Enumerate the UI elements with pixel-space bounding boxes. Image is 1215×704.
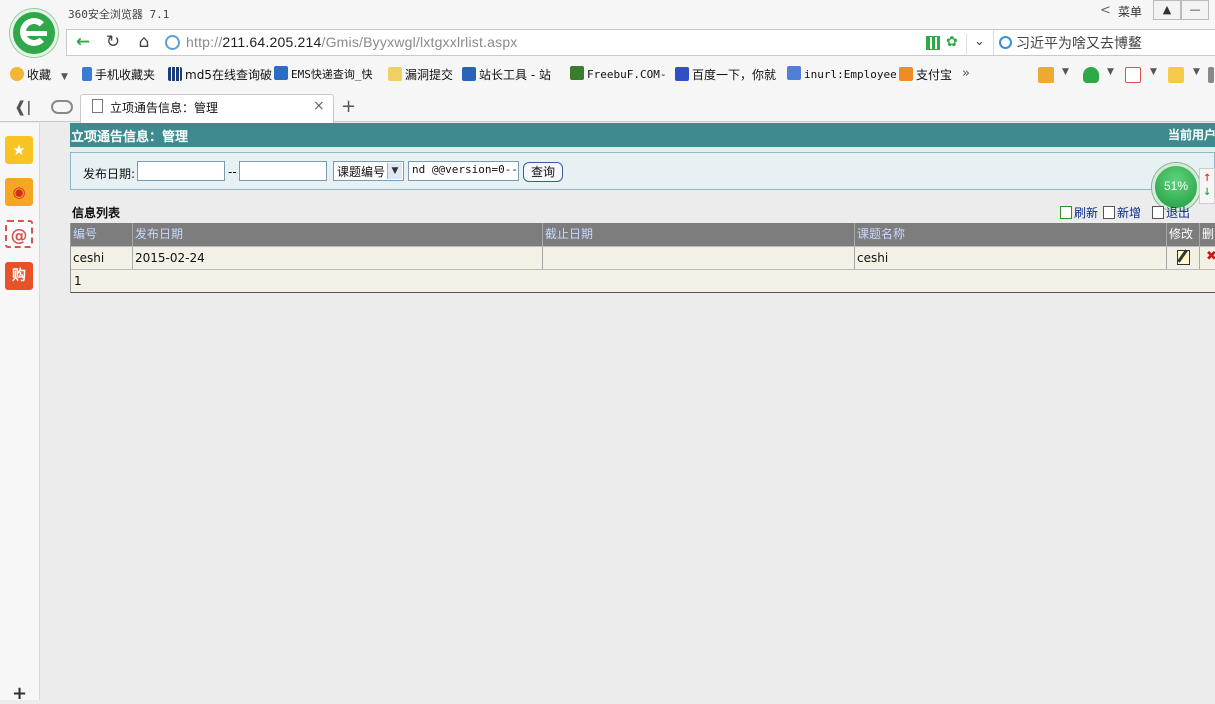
webmaster-icon xyxy=(462,67,476,81)
favorites-star-icon[interactable]: ★ xyxy=(5,136,33,164)
minimize-button[interactable]: — xyxy=(1181,0,1209,20)
page-number[interactable]: 1 xyxy=(74,270,82,293)
search-icon[interactable] xyxy=(999,36,1012,49)
back-arrow-icon[interactable]: ← xyxy=(70,31,96,53)
date-to-input[interactable] xyxy=(239,161,327,181)
left-sidebar xyxy=(0,123,40,700)
url-text[interactable]: http://211.64.205.214/Gmis/Byyxwgl/lxtgx… xyxy=(186,34,518,50)
skin-icon[interactable]: ▲ xyxy=(1153,0,1181,20)
add-button[interactable]: 新增 xyxy=(1103,204,1141,221)
apps-icon[interactable] xyxy=(1038,67,1054,83)
cell-id: ceshi xyxy=(71,247,133,270)
reload-icon[interactable]: ↻ xyxy=(100,31,126,53)
tab-label[interactable]: 立项通告信息：管理 xyxy=(110,99,218,116)
shield-dropdown-icon[interactable]: ▼ xyxy=(1107,67,1114,77)
baidu-paw-icon xyxy=(675,67,689,81)
star-plus-icon xyxy=(10,67,24,81)
bookmark-inurl[interactable]: inurl:Employee xyxy=(787,66,897,84)
keyword-input[interactable]: nd @@version=0-- xyxy=(408,161,519,181)
bookmark-vuln[interactable]: 漏洞提交 xyxy=(388,66,453,84)
current-user-label: 当前用户 xyxy=(1168,128,1215,142)
tab-close-icon[interactable]: × xyxy=(313,98,325,114)
ems-icon xyxy=(274,66,288,80)
weibo-icon[interactable]: ◉ xyxy=(5,178,33,206)
table-header-row: 编号 发布日期 截止日期 课题名称 修改 删 xyxy=(71,223,1215,246)
cell-topic: ceshi xyxy=(855,247,1167,270)
screenshot-dropdown-icon[interactable]: ▼ xyxy=(1193,67,1200,77)
page-title: 立项通告信息：管理 xyxy=(71,130,189,145)
list-title: 信息列表 xyxy=(72,206,121,220)
header-topic[interactable]: 课题名称 xyxy=(855,223,1167,246)
memory-percent: 51% xyxy=(1163,179,1189,193)
bookmark-mobile[interactable]: 手机收藏夹 xyxy=(82,66,155,84)
edit-icon[interactable] xyxy=(1177,250,1190,265)
publish-date-label: 发布日期: xyxy=(83,167,136,181)
page-header-bar xyxy=(70,123,1215,147)
shopping-icon[interactable]: 购 xyxy=(5,262,33,290)
query-button[interactable]: 查询 xyxy=(523,162,563,182)
page-icon xyxy=(92,99,103,113)
window-title: 360安全浏览器 7.1 xyxy=(68,8,170,21)
grid-icon xyxy=(168,67,182,81)
google-icon xyxy=(787,66,801,80)
upload-arrow-icon: ↑ xyxy=(1203,173,1212,184)
download-arrow-icon: ↓ xyxy=(1203,187,1212,198)
header-id[interactable]: 编号 xyxy=(71,223,133,246)
browser-logo-icon[interactable] xyxy=(10,9,58,57)
alipay-icon xyxy=(899,67,913,81)
phone-icon xyxy=(82,67,92,81)
search-field-select[interactable]: 课题编号 ▼ xyxy=(333,161,404,181)
exit-icon xyxy=(1152,206,1164,219)
header-edit: 修改 xyxy=(1167,223,1200,246)
table-row: ceshi 2015-02-24 ceshi ✖ xyxy=(71,246,1215,270)
new-document-icon xyxy=(1103,206,1115,219)
shield-icon[interactable] xyxy=(1083,67,1099,83)
date-from-input[interactable] xyxy=(137,161,225,181)
search-field-selected: 课题编号 xyxy=(337,165,386,179)
search-input-text[interactable]: 习近平为啥又去博鳌 xyxy=(1016,33,1142,53)
site-info-icon[interactable] xyxy=(165,35,180,50)
pager-row: 1 xyxy=(71,269,1215,292)
freebuf-icon xyxy=(570,66,584,80)
bookmark-ems[interactable]: EMS快递查询_快 xyxy=(274,66,373,84)
bookmarks-more-icon[interactable]: » xyxy=(962,66,970,81)
bookmark-baidu[interactable]: 百度一下，你就 xyxy=(675,66,776,84)
refresh-icon xyxy=(1060,206,1072,219)
info-table: 编号 发布日期 截止日期 课题名称 修改 删 ceshi 2015-02-24 … xyxy=(70,223,1215,293)
refresh-button[interactable]: 刷新 xyxy=(1060,204,1098,221)
new-tab-button[interactable]: + xyxy=(341,96,356,117)
cloud-sync-icon[interactable] xyxy=(51,100,73,114)
apps-dropdown-icon[interactable]: ▼ xyxy=(1062,67,1069,77)
bookmark-favorites[interactable]: 收藏 ▼ xyxy=(10,66,68,84)
folder-icon xyxy=(388,67,402,81)
menu-button[interactable]: 菜单 xyxy=(1118,3,1142,20)
leaf-icon[interactable]: ✿ xyxy=(946,35,961,50)
mail-icon[interactable]: @ xyxy=(5,220,33,248)
delete-icon[interactable]: ✖ xyxy=(1206,249,1215,264)
bookmark-freebuf[interactable]: FreebuF.COM- xyxy=(570,66,666,84)
qr-code-icon[interactable] xyxy=(926,36,940,50)
bookmark-webmaster[interactable]: 站长工具 - 站 xyxy=(462,66,551,84)
tab-list-left-icon[interactable]: ❰ǀ xyxy=(14,98,31,116)
pdf-icon[interactable] xyxy=(1125,67,1141,83)
address-dropdown-chevron-icon[interactable]: ⌄ xyxy=(966,34,992,54)
cell-publish-date: 2015-02-24 xyxy=(133,247,543,270)
header-publish-date[interactable]: 发布日期 xyxy=(133,223,543,246)
menu-back-icon[interactable]: < xyxy=(1100,3,1111,18)
cell-deadline xyxy=(543,247,855,270)
date-separator: -- xyxy=(228,165,237,179)
bookmark-alipay[interactable]: 支付宝 xyxy=(899,66,952,84)
pdf-dropdown-icon[interactable]: ▼ xyxy=(1150,67,1157,77)
screenshot-icon[interactable] xyxy=(1168,67,1184,83)
extensions-more-icon[interactable] xyxy=(1208,67,1214,83)
chevron-down-icon[interactable]: ▼ xyxy=(387,163,402,179)
header-delete: 删 xyxy=(1202,227,1215,241)
header-deadline[interactable]: 截止日期 xyxy=(543,223,855,246)
bookmark-md5[interactable]: md5在线查询破 xyxy=(168,66,272,84)
exit-button[interactable]: 退出 xyxy=(1152,204,1190,221)
home-icon[interactable]: ⌂ xyxy=(131,31,157,53)
sidebar-add-icon[interactable]: + xyxy=(12,683,27,704)
